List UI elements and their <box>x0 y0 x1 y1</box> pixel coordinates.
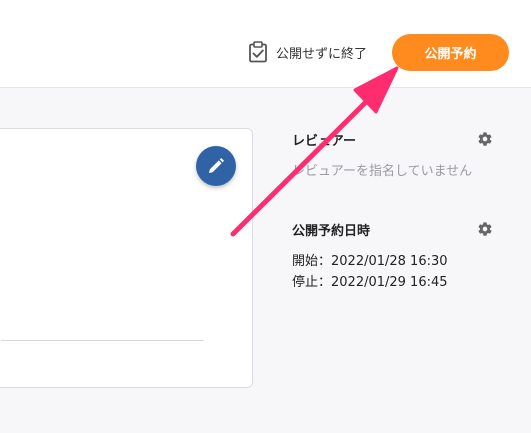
schedule-end: 停止：2022/01/29 16:45 <box>292 275 448 290</box>
publish-schedule-button[interactable]: 公開予約 <box>392 34 509 71</box>
clipboard-check-icon <box>249 41 267 63</box>
pencil-icon <box>209 158 224 173</box>
reviewer-settings-gear-icon[interactable] <box>477 131 493 147</box>
reviewer-title: レビュアー <box>292 134 356 149</box>
edit-button[interactable] <box>196 146 236 186</box>
reviewer-empty-message: レビュアーを指名していません <box>292 164 473 179</box>
finish-without-publish-label: 公開せずに終了 <box>276 46 368 62</box>
schedule-start: 開始：2022/01/28 16:30 <box>292 254 448 269</box>
finish-without-publish-button[interactable]: 公開せずに終了 <box>248 39 367 65</box>
schedule-settings-gear-icon[interactable] <box>477 221 493 237</box>
top-toolbar: 公開せずに終了 公開予約 <box>0 0 531 88</box>
editor-divider <box>1 340 204 341</box>
schedule-title: 公開予約日時 <box>292 224 371 239</box>
